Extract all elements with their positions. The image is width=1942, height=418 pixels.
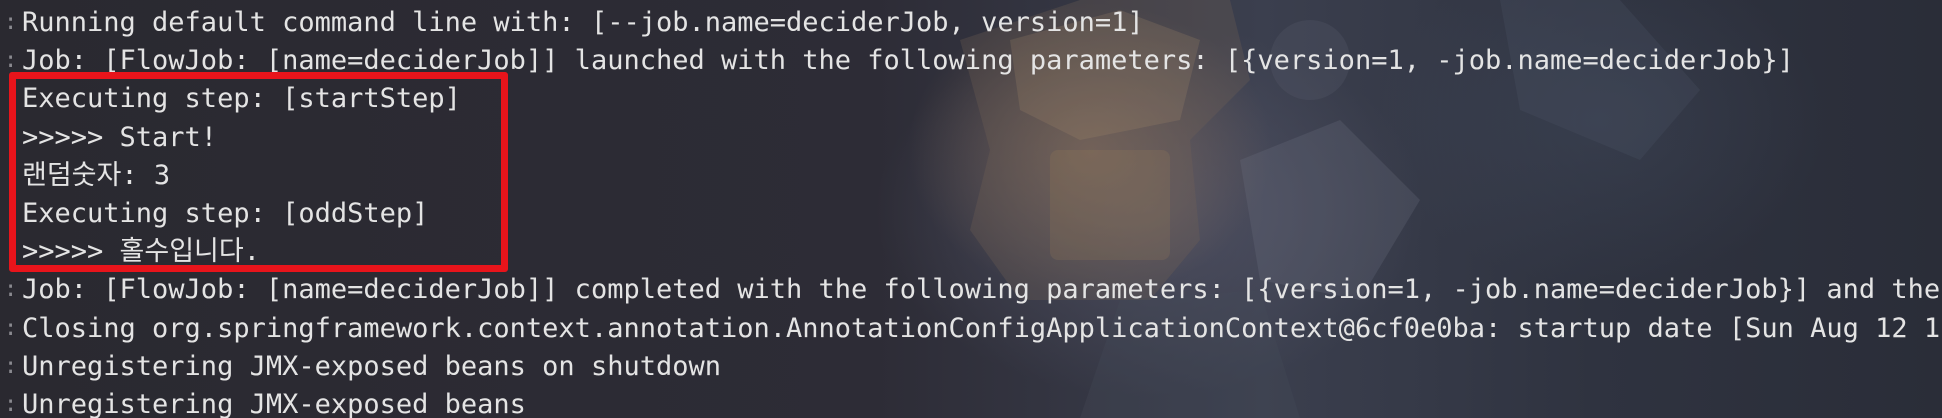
gutter-marker: : (4, 277, 18, 303)
gutter-marker: : (4, 315, 18, 341)
log-line: : Unregistering JMX-exposed beans on shut… (0, 348, 1942, 386)
log-line: : Unregistering JMX-exposed beans (0, 386, 1942, 418)
log-line: : Executing step: [startStep] (0, 80, 1942, 118)
gutter-marker: : (4, 162, 18, 188)
gutter-marker: : (4, 391, 18, 417)
log-line: : Running default command line with: [--j… (0, 4, 1942, 42)
log-line: : Job: [FlowJob: [name=deciderJob]] compl… (0, 271, 1942, 309)
gutter-marker: : (4, 239, 18, 265)
log-line: : Executing step: [oddStep] (0, 195, 1942, 233)
log-line: : 랜덤숫자: 3 (0, 157, 1942, 195)
console-output[interactable]: : Running default command line with: [--j… (0, 0, 1942, 418)
log-line: : >>>>> Start! (0, 119, 1942, 157)
gutter-marker: : (4, 353, 18, 379)
gutter-marker: : (4, 124, 18, 150)
log-line: : Closing org.springframework.context.ann… (0, 310, 1942, 348)
log-line: : Job: [FlowJob: [name=deciderJob]] launc… (0, 42, 1942, 80)
log-line: : >>>>> 홀수입니다. (0, 233, 1942, 271)
gutter-marker: : (4, 200, 18, 226)
console-lines: : Running default command line with: [--j… (0, 4, 1942, 418)
gutter-marker: : (4, 48, 18, 74)
gutter-marker: : (4, 10, 18, 35)
gutter-marker: : (4, 86, 18, 112)
